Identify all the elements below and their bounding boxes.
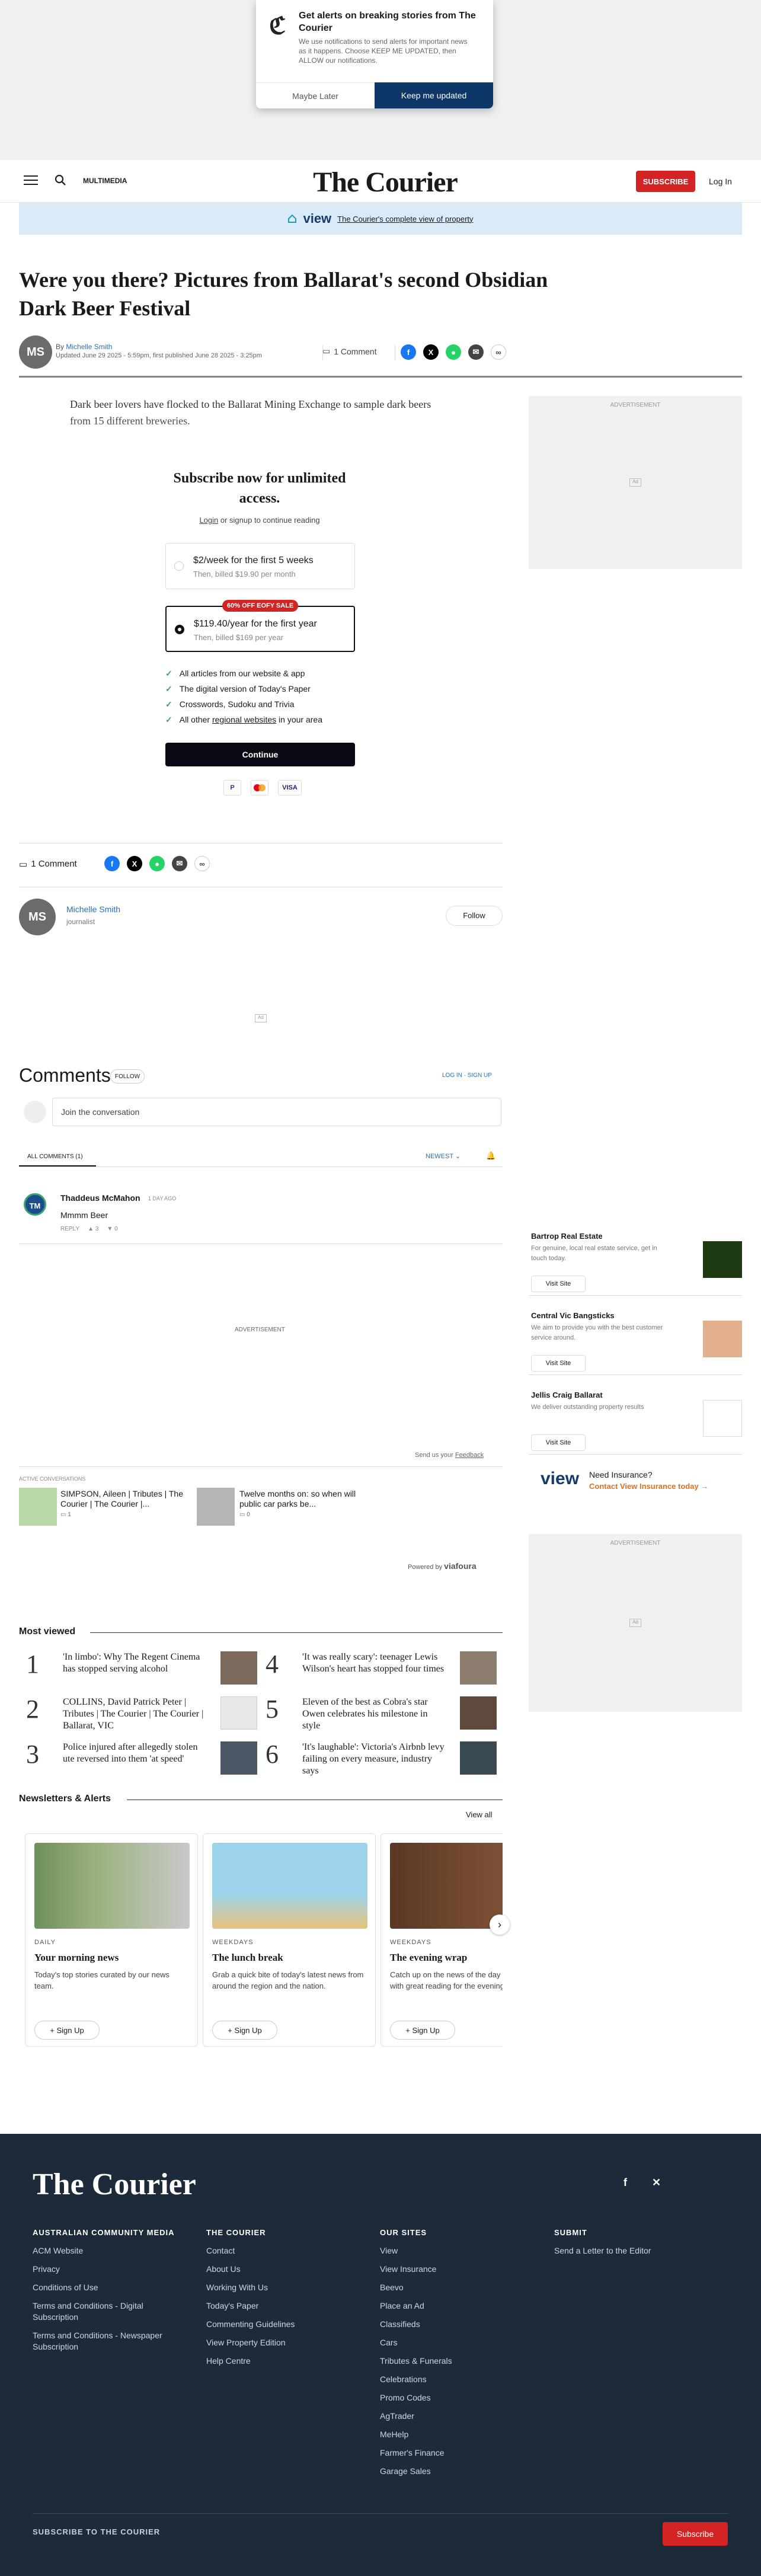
newsletter-signup-button[interactable]: + Sign Up: [34, 2021, 100, 2040]
visit-site-button[interactable]: Visit Site: [531, 1355, 586, 1372]
footer-col-heading: OUR SITES: [380, 2228, 427, 2237]
sponsored-listing[interactable]: Jellis Craig Ballarat We deliver outstand…: [529, 1383, 742, 1455]
footer-col-sites: OUR SITES View View Insurance Beevo Place a…: [380, 2228, 528, 2484]
footer-link[interactable]: View Insurance: [380, 2264, 528, 2275]
footer-col-heading: THE COURIER: [206, 2228, 266, 2237]
x-icon[interactable]: ✕: [652, 2177, 661, 2189]
insurance-link[interactable]: Contact View Insurance today →: [589, 1482, 708, 1491]
carousel-next-icon[interactable]: ›: [490, 1915, 510, 1935]
footer-link[interactable]: AgTrader: [380, 2411, 528, 2422]
newsletter-frequency: WEEKDAYS: [390, 1939, 431, 1946]
footer-link[interactable]: Classifieds: [380, 2319, 528, 2330]
sidebar-ad[interactable]: ADVERTISEMENT Ad: [529, 396, 742, 569]
signup-label: Sign Up: [412, 2025, 440, 2035]
sidebar-ad[interactable]: ADVERTISEMENT Ad: [529, 1534, 742, 1712]
footer-col-acm: AUSTRALIAN COMMUNITY MEDIA ACM Website Pr…: [33, 2228, 187, 2360]
footer-link[interactable]: Beevo: [380, 2282, 528, 2293]
signup-label: Sign Up: [234, 2025, 262, 2035]
footer-col-heading: SUBMIT: [554, 2228, 587, 2237]
footer-link[interactable]: Working With Us: [206, 2282, 354, 2293]
footer-link[interactable]: ACM Website: [33, 2245, 187, 2257]
newsletter-signup-button[interactable]: + Sign Up: [212, 2021, 277, 2040]
footer-link[interactable]: Today's Paper: [206, 2300, 354, 2312]
sponsored-listing[interactable]: Central Vic Bangsticks We aim to provide …: [529, 1304, 742, 1375]
footer-link[interactable]: Terms and Conditions - Digital Subscript…: [33, 2300, 187, 2323]
newsletter-title: Your morning news: [34, 1952, 119, 1963]
newsletter-frequency: WEEKDAYS: [212, 1939, 254, 1946]
ad-label: ADVERTISEMENT: [610, 402, 661, 408]
visit-site-button[interactable]: Visit Site: [531, 1434, 586, 1451]
footer-link[interactable]: Celebrations: [380, 2374, 528, 2385]
newsletter-image: [212, 1843, 367, 1929]
sponsor-text: We deliver outstanding property results: [531, 1404, 644, 1411]
footer-link[interactable]: Farmer's Finance: [380, 2447, 528, 2459]
newsletter-description: Grab a quick bite of today's latest news…: [212, 1970, 364, 1990]
footer-link[interactable]: View: [380, 2245, 528, 2257]
sponsor-logo: [703, 1400, 742, 1437]
footer-subscribe-text: SUBSCRIBE TO THE COURIER: [33, 2527, 161, 2536]
newsletter-title: The lunch break: [212, 1952, 283, 1963]
footer-link[interactable]: View Property Edition: [206, 2337, 354, 2348]
footer-link[interactable]: Tributes & Funerals: [380, 2356, 528, 2367]
footer-link[interactable]: Send a Letter to the Editor: [554, 2245, 702, 2257]
sponsor-text: We aim to provide you with the best cust…: [531, 1324, 663, 1341]
facebook-icon[interactable]: f: [623, 2177, 627, 2189]
insurance-question: Need Insurance?: [589, 1470, 653, 1479]
newsletter-card: DAILY Your morning news Today's top storie…: [25, 1833, 198, 2047]
signup-label: Sign Up: [56, 2025, 84, 2035]
newsletter-title: The evening wrap: [390, 1952, 468, 1963]
newsletter-description: Catch up on the news of the day and unwi…: [390, 1970, 503, 1990]
footer-link[interactable]: Conditions of Use: [33, 2282, 187, 2293]
footer-subscribe-button[interactable]: Subscribe: [663, 2522, 728, 2546]
newsletter-description: Today's top stories curated by our news …: [34, 1970, 170, 1990]
footer-link[interactable]: MeHelp: [380, 2429, 528, 2440]
footer-link[interactable]: Privacy: [33, 2264, 187, 2275]
footer-link[interactable]: Help Centre: [206, 2356, 354, 2367]
newsletter-image: [390, 1843, 503, 1929]
newsletter-carousel: DAILY Your morning news Today's top storie…: [19, 0, 503, 2075]
login-link[interactable]: Log In: [709, 177, 732, 186]
site-footer: The Courier f ✕ AUSTRALIAN COMMUNITY MED…: [0, 2134, 761, 2576]
newsletter-image: [34, 1843, 190, 1929]
footer-divider: [33, 2513, 728, 2514]
sponsor-name: Bartrop Real Estate: [531, 1232, 603, 1241]
newsletter-card: WEEKDAYS The evening wrap Catch up on the …: [380, 1833, 503, 2047]
footer-link[interactable]: Garage Sales: [380, 2466, 528, 2477]
view-logo[interactable]: view: [541, 1469, 579, 1489]
sponsored-listing[interactable]: Bartrop Real Estate For genuine, local re…: [529, 1225, 742, 1296]
footer-col-submit: SUBMIT Send a Letter to the Editor: [554, 2228, 702, 2264]
newsletter-frequency: DAILY: [34, 1939, 56, 1946]
sponsor-logo: [703, 1241, 742, 1278]
sponsor-name: Jellis Craig Ballarat: [531, 1391, 603, 1399]
footer-col-heading: AUSTRALIAN COMMUNITY MEDIA: [33, 2228, 175, 2237]
footer-link[interactable]: Contact: [206, 2245, 354, 2257]
footer-link[interactable]: Commenting Guidelines: [206, 2319, 354, 2330]
newsletter-card: WEEKDAYS The lunch break Grab a quick bite…: [203, 1833, 376, 2047]
ad-icon: Ad: [629, 1619, 641, 1627]
ad-label: ADVERTISEMENT: [610, 1540, 661, 1546]
subscribe-button[interactable]: SUBSCRIBE: [636, 171, 695, 192]
newsletter-signup-button[interactable]: + Sign Up: [390, 2021, 455, 2040]
footer-link[interactable]: Promo Codes: [380, 2392, 528, 2404]
footer-link[interactable]: Terms and Conditions - Newspaper Subscri…: [33, 2330, 187, 2353]
footer-link[interactable]: Place an Ad: [380, 2300, 528, 2312]
sponsor-text: For genuine, local real estate service, …: [531, 1245, 657, 1262]
footer-col-courier: THE COURIER Contact About Us Working With …: [206, 2228, 354, 2374]
footer-link[interactable]: Cars: [380, 2337, 528, 2348]
footer-logo[interactable]: The Courier: [33, 2167, 196, 2202]
ad-icon: Ad: [629, 478, 641, 487]
sponsor-name: Central Vic Bangsticks: [531, 1311, 615, 1320]
footer-link[interactable]: About Us: [206, 2264, 354, 2275]
sponsor-logo: [703, 1321, 742, 1357]
visit-site-button[interactable]: Visit Site: [531, 1276, 586, 1292]
